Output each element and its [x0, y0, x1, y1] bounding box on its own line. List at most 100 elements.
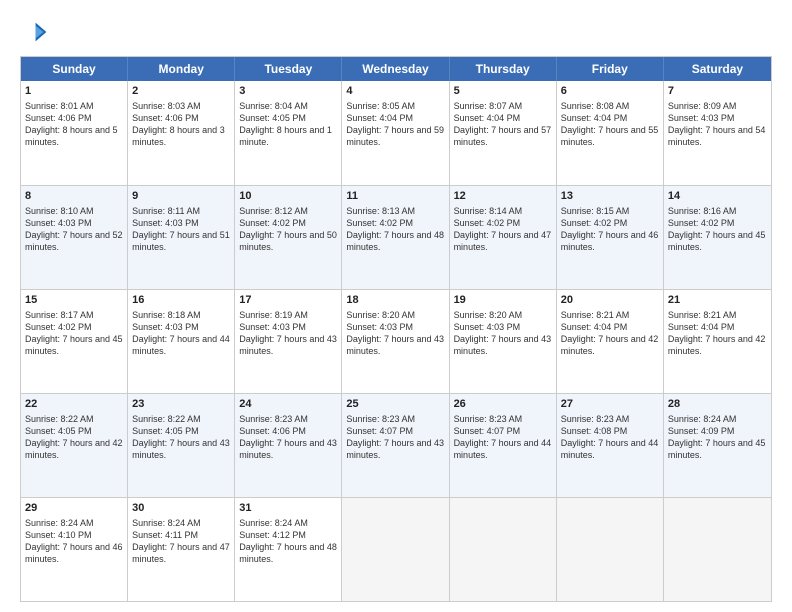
- day-info: Sunset: 4:04 PM: [668, 321, 767, 333]
- day-info: Sunset: 4:10 PM: [25, 529, 123, 541]
- header-day-tuesday: Tuesday: [235, 57, 342, 81]
- cal-cell-12: 12Sunrise: 8:14 AMSunset: 4:02 PMDayligh…: [450, 186, 557, 289]
- day-info: Daylight: 7 hours and 46 minutes.: [25, 541, 123, 565]
- day-info: Sunset: 4:03 PM: [454, 321, 552, 333]
- day-number: 31: [239, 501, 337, 516]
- day-info: Daylight: 7 hours and 43 minutes.: [239, 333, 337, 357]
- day-info: Sunset: 4:04 PM: [454, 112, 552, 124]
- day-info: Sunset: 4:03 PM: [132, 217, 230, 229]
- cal-cell-30: 30Sunrise: 8:24 AMSunset: 4:11 PMDayligh…: [128, 498, 235, 601]
- day-info: Daylight: 7 hours and 47 minutes.: [454, 229, 552, 253]
- day-info: Daylight: 7 hours and 45 minutes.: [25, 333, 123, 357]
- day-info: Sunrise: 8:20 AM: [346, 309, 444, 321]
- day-info: Sunset: 4:03 PM: [239, 321, 337, 333]
- day-number: 14: [668, 189, 767, 204]
- cal-cell-14: 14Sunrise: 8:16 AMSunset: 4:02 PMDayligh…: [664, 186, 771, 289]
- day-info: Sunrise: 8:14 AM: [454, 205, 552, 217]
- day-info: Sunrise: 8:24 AM: [239, 517, 337, 529]
- day-info: Daylight: 7 hours and 43 minutes.: [454, 333, 552, 357]
- day-number: 13: [561, 189, 659, 204]
- day-info: Sunset: 4:02 PM: [239, 217, 337, 229]
- day-info: Sunrise: 8:01 AM: [25, 100, 123, 112]
- day-info: Sunrise: 8:16 AM: [668, 205, 767, 217]
- day-number: 2: [132, 84, 230, 99]
- day-number: 20: [561, 293, 659, 308]
- day-info: Sunset: 4:05 PM: [132, 425, 230, 437]
- day-info: Sunrise: 8:05 AM: [346, 100, 444, 112]
- day-number: 6: [561, 84, 659, 99]
- day-info: Sunrise: 8:17 AM: [25, 309, 123, 321]
- day-info: Daylight: 7 hours and 45 minutes.: [668, 437, 767, 461]
- day-number: 16: [132, 293, 230, 308]
- day-number: 23: [132, 397, 230, 412]
- day-info: Sunrise: 8:21 AM: [561, 309, 659, 321]
- day-info: Daylight: 7 hours and 43 minutes.: [132, 437, 230, 461]
- day-info: Sunrise: 8:24 AM: [132, 517, 230, 529]
- cal-cell-23: 23Sunrise: 8:22 AMSunset: 4:05 PMDayligh…: [128, 394, 235, 497]
- cal-cell-6: 6Sunrise: 8:08 AMSunset: 4:04 PMDaylight…: [557, 81, 664, 185]
- day-info: Sunrise: 8:19 AM: [239, 309, 337, 321]
- cal-cell-1: 1Sunrise: 8:01 AMSunset: 4:06 PMDaylight…: [21, 81, 128, 185]
- day-number: 5: [454, 84, 552, 99]
- day-info: Daylight: 7 hours and 43 minutes.: [346, 333, 444, 357]
- cal-cell-3: 3Sunrise: 8:04 AMSunset: 4:05 PMDaylight…: [235, 81, 342, 185]
- day-info: Sunset: 4:09 PM: [668, 425, 767, 437]
- day-info: Sunrise: 8:15 AM: [561, 205, 659, 217]
- cal-cell-4: 4Sunrise: 8:05 AMSunset: 4:04 PMDaylight…: [342, 81, 449, 185]
- day-info: Daylight: 8 hours and 5 minutes.: [25, 124, 123, 148]
- day-info: Daylight: 7 hours and 42 minutes.: [561, 333, 659, 357]
- calendar-row-4: 29Sunrise: 8:24 AMSunset: 4:10 PMDayligh…: [21, 497, 771, 601]
- calendar-row-0: 1Sunrise: 8:01 AMSunset: 4:06 PMDaylight…: [21, 81, 771, 185]
- cal-cell-2: 2Sunrise: 8:03 AMSunset: 4:06 PMDaylight…: [128, 81, 235, 185]
- day-info: Sunset: 4:02 PM: [346, 217, 444, 229]
- cal-cell-empty-4-5: [557, 498, 664, 601]
- day-info: Sunset: 4:03 PM: [25, 217, 123, 229]
- day-number: 12: [454, 189, 552, 204]
- calendar: SundayMondayTuesdayWednesdayThursdayFrid…: [20, 56, 772, 602]
- day-number: 26: [454, 397, 552, 412]
- day-info: Sunset: 4:06 PM: [239, 425, 337, 437]
- header-day-thursday: Thursday: [450, 57, 557, 81]
- day-info: Sunset: 4:07 PM: [346, 425, 444, 437]
- day-info: Daylight: 7 hours and 46 minutes.: [561, 229, 659, 253]
- day-info: Daylight: 7 hours and 44 minutes.: [454, 437, 552, 461]
- day-number: 11: [346, 189, 444, 204]
- cal-cell-19: 19Sunrise: 8:20 AMSunset: 4:03 PMDayligh…: [450, 290, 557, 393]
- cal-cell-26: 26Sunrise: 8:23 AMSunset: 4:07 PMDayligh…: [450, 394, 557, 497]
- header-day-saturday: Saturday: [664, 57, 771, 81]
- day-info: Sunrise: 8:04 AM: [239, 100, 337, 112]
- day-info: Daylight: 7 hours and 43 minutes.: [346, 437, 444, 461]
- cal-cell-20: 20Sunrise: 8:21 AMSunset: 4:04 PMDayligh…: [557, 290, 664, 393]
- day-info: Sunrise: 8:22 AM: [132, 413, 230, 425]
- cal-cell-empty-4-3: [342, 498, 449, 601]
- day-info: Daylight: 7 hours and 59 minutes.: [346, 124, 444, 148]
- day-info: Sunset: 4:11 PM: [132, 529, 230, 541]
- day-info: Sunrise: 8:08 AM: [561, 100, 659, 112]
- day-info: Sunrise: 8:13 AM: [346, 205, 444, 217]
- day-number: 21: [668, 293, 767, 308]
- day-info: Daylight: 7 hours and 57 minutes.: [454, 124, 552, 148]
- calendar-header: SundayMondayTuesdayWednesdayThursdayFrid…: [21, 57, 771, 81]
- cal-cell-31: 31Sunrise: 8:24 AMSunset: 4:12 PMDayligh…: [235, 498, 342, 601]
- cal-cell-29: 29Sunrise: 8:24 AMSunset: 4:10 PMDayligh…: [21, 498, 128, 601]
- day-number: 4: [346, 84, 444, 99]
- day-info: Sunrise: 8:18 AM: [132, 309, 230, 321]
- header: [20, 18, 772, 46]
- cal-cell-10: 10Sunrise: 8:12 AMSunset: 4:02 PMDayligh…: [235, 186, 342, 289]
- cal-cell-28: 28Sunrise: 8:24 AMSunset: 4:09 PMDayligh…: [664, 394, 771, 497]
- day-info: Daylight: 7 hours and 52 minutes.: [25, 229, 123, 253]
- day-info: Sunset: 4:07 PM: [454, 425, 552, 437]
- day-number: 24: [239, 397, 337, 412]
- day-info: Sunrise: 8:22 AM: [25, 413, 123, 425]
- day-number: 25: [346, 397, 444, 412]
- calendar-body: 1Sunrise: 8:01 AMSunset: 4:06 PMDaylight…: [21, 81, 771, 601]
- day-info: Daylight: 7 hours and 47 minutes.: [132, 541, 230, 565]
- day-info: Sunrise: 8:23 AM: [454, 413, 552, 425]
- cal-cell-7: 7Sunrise: 8:09 AMSunset: 4:03 PMDaylight…: [664, 81, 771, 185]
- cal-cell-17: 17Sunrise: 8:19 AMSunset: 4:03 PMDayligh…: [235, 290, 342, 393]
- day-info: Sunset: 4:12 PM: [239, 529, 337, 541]
- day-info: Sunset: 4:05 PM: [25, 425, 123, 437]
- cal-cell-13: 13Sunrise: 8:15 AMSunset: 4:02 PMDayligh…: [557, 186, 664, 289]
- day-info: Daylight: 7 hours and 51 minutes.: [132, 229, 230, 253]
- day-info: Sunrise: 8:24 AM: [668, 413, 767, 425]
